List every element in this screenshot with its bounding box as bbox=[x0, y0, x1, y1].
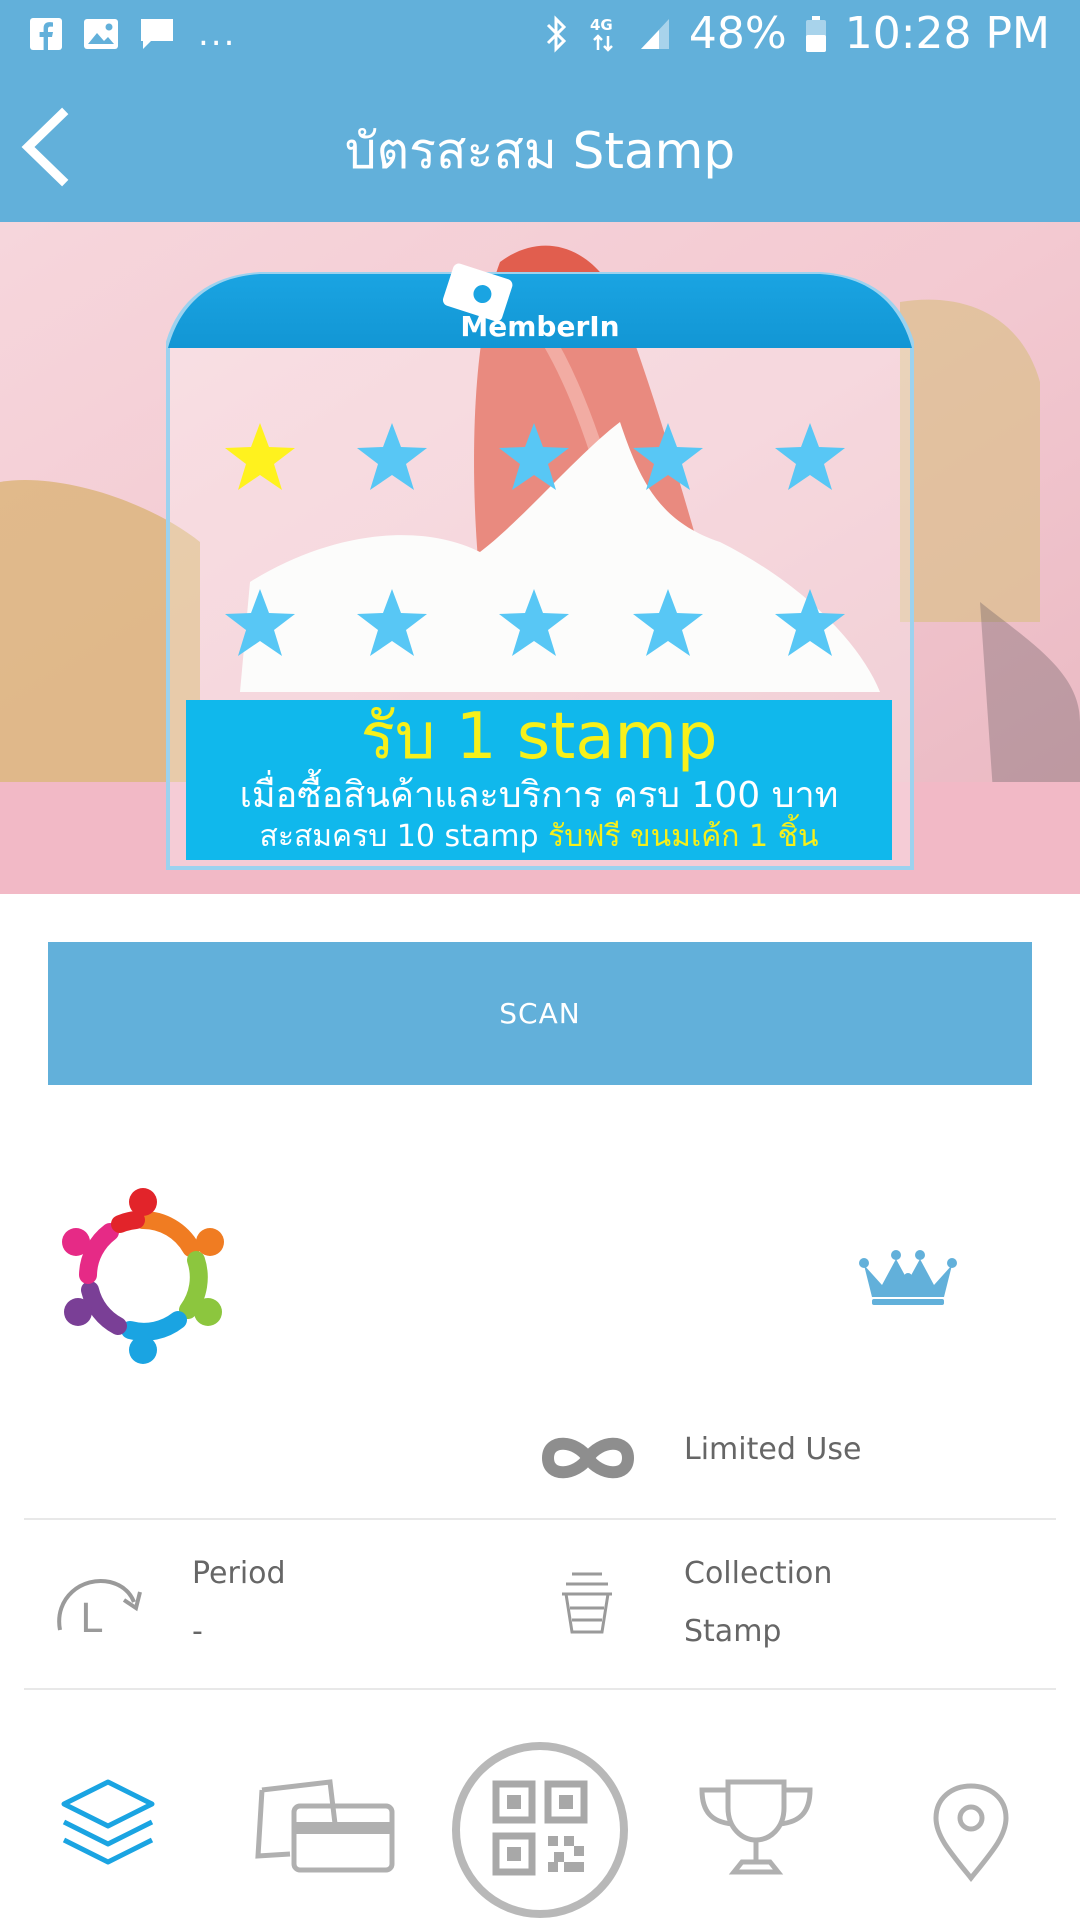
infinity-icon bbox=[541, 1437, 635, 1479]
stamp-empty-icon bbox=[633, 589, 703, 656]
battery-percent: 48% bbox=[688, 8, 787, 59]
promo-box: รับ 1 stamp เมื่อซื้อสินค้าและบริการ ครบ… bbox=[186, 700, 892, 860]
cup-icon bbox=[562, 1572, 612, 1634]
signal-icon bbox=[640, 18, 669, 49]
status-right: 4G 48% 10:28 PM bbox=[543, 8, 1050, 59]
stamp-empty-icon bbox=[357, 423, 427, 490]
stamp-empty-icon bbox=[775, 589, 845, 656]
overflow-indicator: ... bbox=[198, 14, 237, 54]
gallery-icon bbox=[84, 19, 118, 49]
collection-label: Collection bbox=[684, 1556, 833, 1591]
bluetooth-icon bbox=[546, 14, 567, 53]
4g-icon: 4G bbox=[590, 16, 613, 52]
crown-icon bbox=[859, 1250, 957, 1305]
status-left: ... bbox=[28, 14, 236, 54]
page-title: บัตรสะสม Stamp bbox=[344, 122, 736, 180]
status-bar: ... 4G 48% 10:28 PM bbox=[0, 0, 1080, 72]
period-label: Period bbox=[192, 1556, 286, 1591]
status-time: 10:28 PM bbox=[844, 8, 1050, 59]
community-logo bbox=[62, 1188, 224, 1364]
card-brand: MemberIn bbox=[460, 310, 620, 343]
divider bbox=[24, 1518, 1056, 1520]
trophy-icon[interactable] bbox=[694, 1778, 818, 1878]
stamp-card-banner: MemberIn รับ 1 stamp เมื่อซื้อสินค้าและบ… bbox=[0, 222, 1080, 894]
usage-label: Limited Use bbox=[684, 1432, 862, 1467]
promo-line2: สะสมครบ 10 stamp รับฟรี ขนมเค้ก 1 ชิ้น bbox=[186, 818, 892, 856]
scan-button[interactable]: SCAN bbox=[48, 942, 1032, 1085]
stamp-collected-icon bbox=[225, 423, 295, 490]
network-label: 4G bbox=[590, 16, 613, 34]
stamp-empty-icon bbox=[225, 589, 295, 656]
promo-line2-highlight: รับฟรี ขนมเค้ก 1 ชิ้น bbox=[548, 819, 819, 854]
app-header: บัตรสะสม Stamp bbox=[0, 72, 1080, 222]
battery-icon bbox=[805, 15, 826, 52]
location-pin-icon[interactable] bbox=[930, 1782, 1012, 1882]
period-value: - bbox=[192, 1614, 203, 1649]
promo-main-text: รับ 1 stamp bbox=[360, 700, 718, 774]
collection-value: Stamp bbox=[684, 1614, 782, 1649]
stamp-empty-icon bbox=[357, 589, 427, 656]
promo-line1: เมื่อซื้อสินค้าและบริการ ครบ 100 บาท bbox=[239, 775, 839, 816]
layers-icon[interactable] bbox=[58, 1776, 158, 1872]
cards-icon[interactable] bbox=[250, 1776, 400, 1876]
stamp-empty-icon bbox=[633, 423, 703, 490]
stamp-empty-icon bbox=[499, 423, 569, 490]
message-icon bbox=[141, 19, 173, 49]
divider bbox=[24, 1688, 1056, 1690]
qr-code-icon[interactable] bbox=[450, 1740, 630, 1920]
clock-rotate-icon: L bbox=[57, 1579, 142, 1638]
promo-line2-prefix: สะสมครบ 10 stamp bbox=[259, 819, 539, 854]
svg-text:L: L bbox=[80, 1596, 103, 1638]
stamp-empty-icon bbox=[775, 423, 845, 490]
facebook-icon bbox=[30, 18, 62, 50]
stamp-empty-icon bbox=[499, 589, 569, 656]
